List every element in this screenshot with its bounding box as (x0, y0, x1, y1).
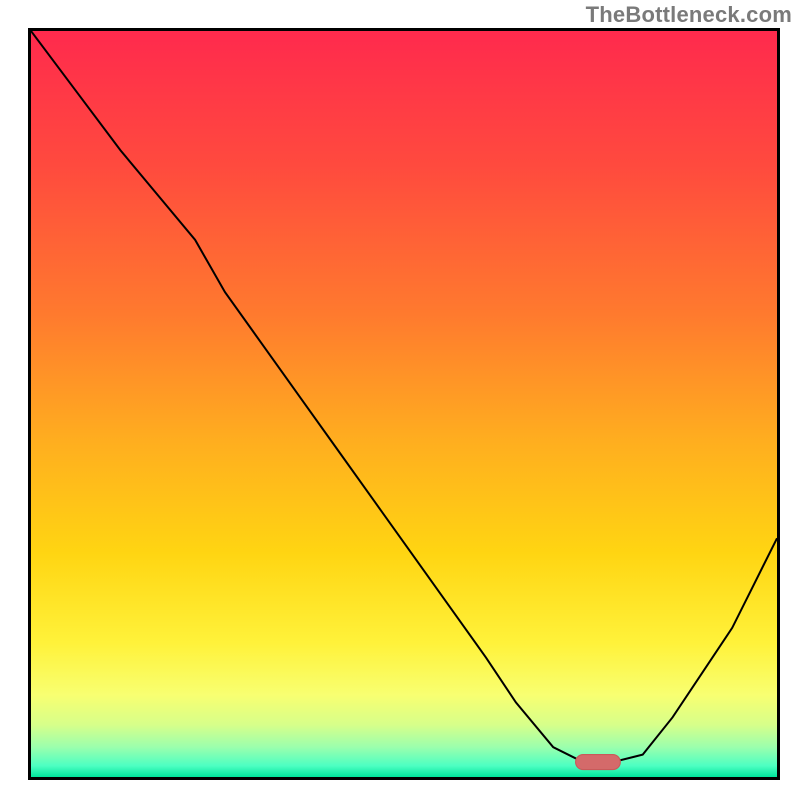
optimal-marker (31, 31, 777, 777)
plot-area (28, 28, 780, 780)
watermark-text: TheBottleneck.com (586, 2, 792, 28)
chart-container: TheBottleneck.com (0, 0, 800, 800)
